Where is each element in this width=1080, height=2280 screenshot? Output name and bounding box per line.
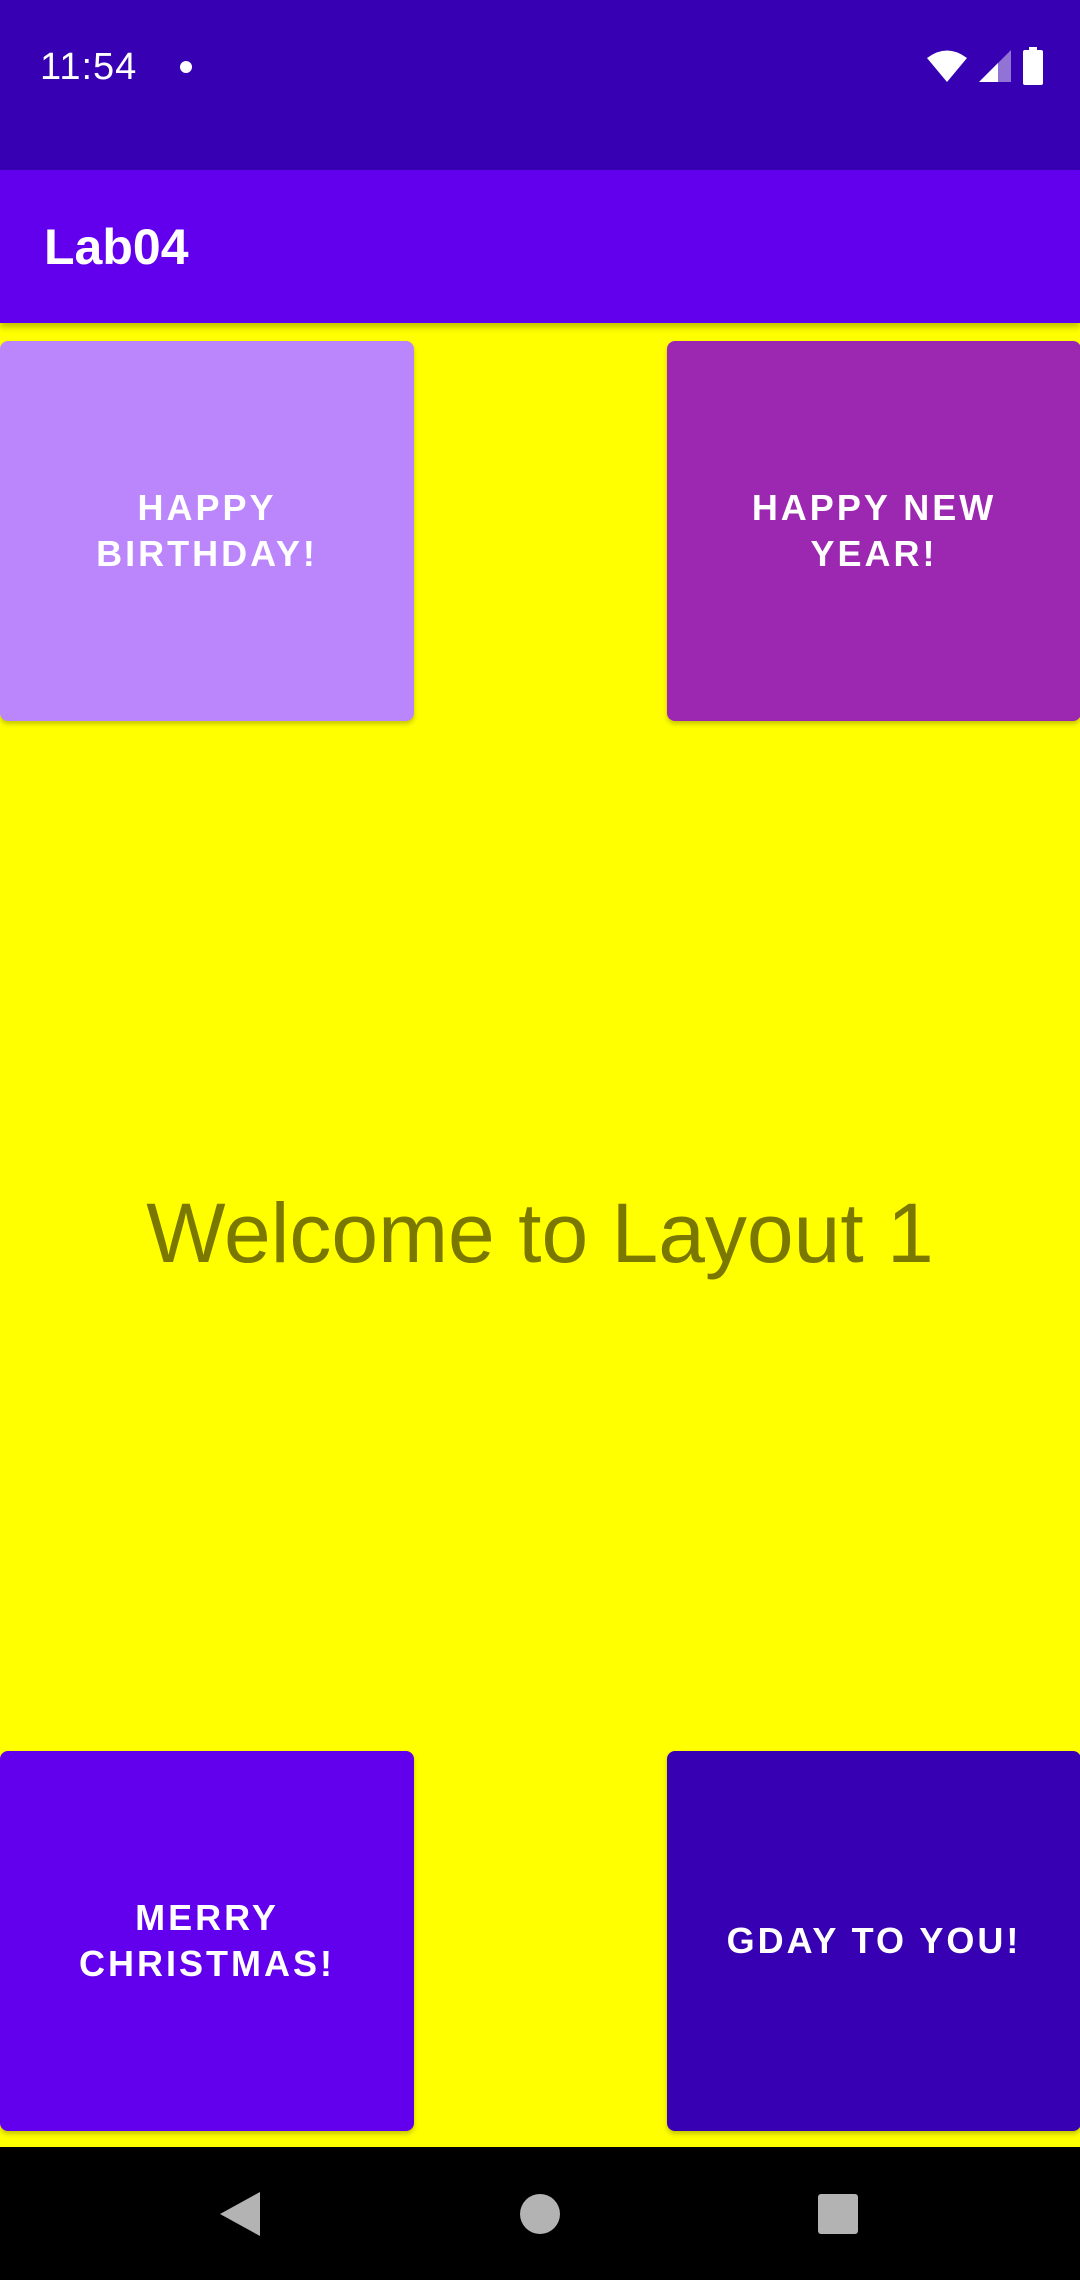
merry-christmas-button[interactable]: MERRY CHRISTMAS! <box>0 1751 414 2131</box>
welcome-text: Welcome to Layout 1 <box>146 1186 934 1280</box>
navigation-bar <box>0 2147 1080 2280</box>
status-icons <box>926 46 1044 86</box>
cellular-signal-icon <box>979 50 1011 82</box>
status-time: 11:54 <box>40 46 138 88</box>
app-title: Lab04 <box>44 218 189 275</box>
recents-icon[interactable] <box>817 2193 859 2235</box>
happy-new-year-button[interactable]: HAPPY NEW YEAR! <box>667 341 1080 721</box>
battery-icon <box>1023 47 1043 85</box>
wifi-icon <box>927 50 967 82</box>
gday-to-you-button[interactable]: GDAY TO YOU! <box>667 1751 1080 2131</box>
status-bar: 11:54 <box>0 0 1080 170</box>
notification-dot-icon <box>180 61 192 73</box>
main-content: HAPPY BIRTHDAY! HAPPY NEW YEAR! Welcome … <box>0 323 1080 2147</box>
app-bar: Lab04 <box>0 170 1080 323</box>
happy-birthday-button[interactable]: HAPPY BIRTHDAY! <box>0 341 414 721</box>
back-icon[interactable] <box>218 2190 262 2238</box>
home-icon[interactable] <box>519 2193 561 2235</box>
